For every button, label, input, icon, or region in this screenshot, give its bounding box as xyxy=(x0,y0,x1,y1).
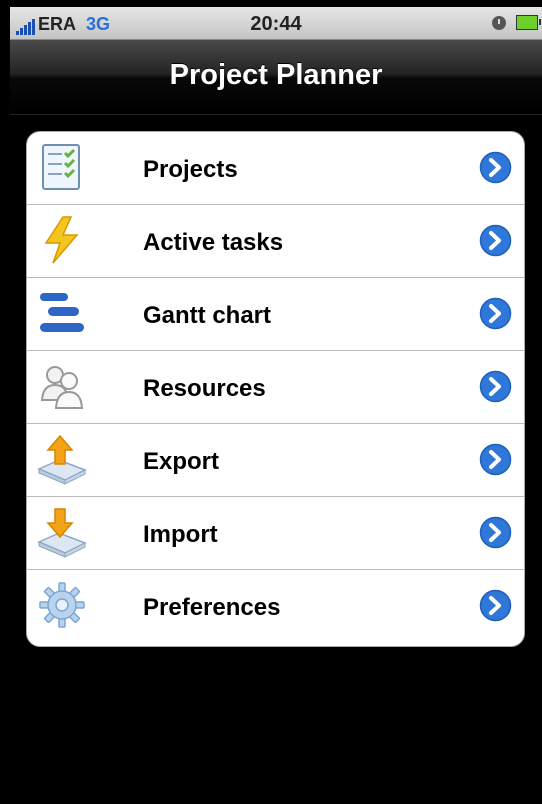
users-icon xyxy=(40,366,84,409)
menu-item-label: Export xyxy=(143,448,220,475)
page-title: Project Planner xyxy=(169,59,383,91)
menu-item-gantt-chart[interactable]: Gantt chart xyxy=(27,278,524,351)
menu-item-preferences[interactable]: Preferences xyxy=(27,570,524,643)
status-icons xyxy=(492,15,541,30)
menu-item-active-tasks[interactable]: Active tasks xyxy=(27,205,524,278)
menu-item-label: Projects xyxy=(143,156,238,183)
menu-item-label: Gantt chart xyxy=(143,302,272,329)
chevron-right-icon[interactable] xyxy=(479,370,512,403)
gantt-icon xyxy=(40,293,84,332)
navigation-bar: Project Planner xyxy=(10,40,542,115)
gear-icon xyxy=(39,582,85,628)
chevron-right-icon[interactable] xyxy=(479,516,512,549)
status-bar: ERA 3G 20:44 xyxy=(10,7,542,40)
status-time: 20:44 xyxy=(250,13,302,35)
main-menu: Projects Active tasks Gantt chart Resour… xyxy=(26,131,525,647)
checklist-icon xyxy=(42,144,80,190)
lightning-icon xyxy=(44,216,79,264)
clock-icon xyxy=(492,15,506,30)
export-icon xyxy=(37,434,87,485)
battery-charging-icon xyxy=(516,15,541,30)
chevron-right-icon[interactable] xyxy=(479,589,512,622)
menu-item-label: Preferences xyxy=(143,594,281,621)
chevron-right-icon[interactable] xyxy=(479,151,512,184)
chevron-right-icon[interactable] xyxy=(479,297,512,330)
import-icon xyxy=(37,508,87,558)
chevron-right-icon[interactable] xyxy=(479,443,512,476)
menu-item-projects[interactable]: Projects xyxy=(27,132,524,205)
menu-item-export[interactable]: Export xyxy=(27,424,524,497)
menu-item-label: Active tasks xyxy=(143,229,284,256)
menu-item-resources[interactable]: Resources xyxy=(27,351,524,424)
menu-item-import[interactable]: Import xyxy=(27,497,524,570)
menu-item-label: Import xyxy=(143,521,218,548)
chevron-right-icon[interactable] xyxy=(479,224,512,257)
menu-item-label: Resources xyxy=(143,375,266,402)
